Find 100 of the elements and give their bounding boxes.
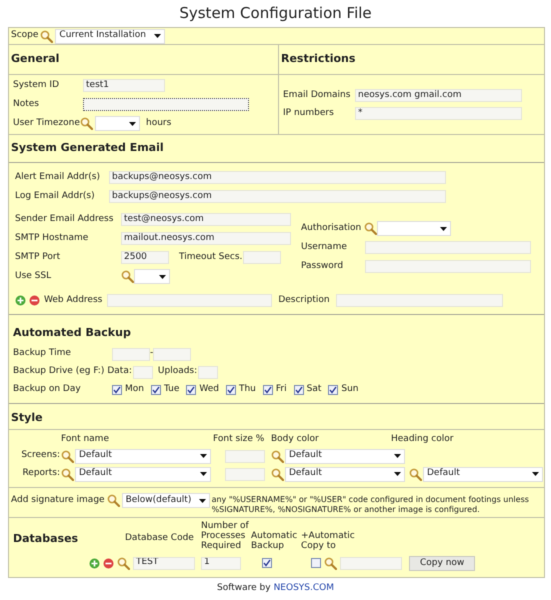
- field-label: Use SSL: [15, 270, 52, 283]
- text-field[interactable]: backups@neosys.com: [109, 171, 446, 184]
- checkbox[interactable]: [311, 558, 321, 568]
- checkbox[interactable]: [150, 385, 161, 395]
- caret-icon: [532, 472, 539, 476]
- section-heading: Automated Backup: [13, 324, 131, 341]
- text-field[interactable]: TEST: [133, 556, 195, 570]
- caret-icon: [440, 226, 447, 230]
- column-header: Automatic Backup: [251, 531, 298, 551]
- field-label: Description: [278, 294, 330, 307]
- day-label: Sun: [341, 383, 359, 396]
- dropdown[interactable]: Default: [75, 448, 211, 464]
- row-label: Screens:: [20, 449, 61, 462]
- field-label: Password: [301, 260, 344, 273]
- checkbox[interactable]: [186, 385, 196, 395]
- checkbox[interactable]: [112, 385, 122, 395]
- field-label: Backup Drive (eg F:): [13, 365, 104, 378]
- dropdown[interactable]: Below(default): [122, 493, 210, 508]
- field-label: SMTP Port: [15, 250, 62, 264]
- caret-icon: [394, 472, 401, 476]
- section-heading: Databases: [13, 531, 80, 547]
- page-title: System Configuration File: [179, 3, 372, 24]
- field-label: Web Address: [44, 294, 102, 307]
- text-field[interactable]: 1: [201, 556, 241, 570]
- check-icon: [113, 386, 121, 394]
- field-label: Alert Email Addr(s): [15, 170, 101, 184]
- text-field[interactable]: test@neosys.com: [121, 213, 291, 226]
- magnifier-icon[interactable]: [324, 556, 337, 570]
- copy-now-button[interactable]: Copy now: [409, 556, 476, 570]
- magnifier-icon[interactable]: [61, 468, 74, 480]
- field-label: System ID: [13, 78, 60, 92]
- field-label: Backup Time: [13, 347, 72, 360]
- column-header: Database Code: [125, 533, 195, 545]
- field-label: Sender Email Address: [15, 212, 114, 226]
- section-heading: General: [11, 51, 60, 68]
- field-label: Email Domains: [283, 88, 352, 102]
- magnifier-icon[interactable]: [117, 556, 130, 570]
- caret-icon: [200, 454, 207, 458]
- magnifier-icon[interactable]: [121, 270, 134, 283]
- magnifier-icon[interactable]: [40, 30, 54, 42]
- field-label: Backup on Day: [13, 383, 82, 396]
- checkbox[interactable]: [262, 558, 272, 568]
- text-field[interactable]: [83, 98, 249, 111]
- magnifier-icon[interactable]: [61, 450, 74, 462]
- field-label: User Timezone: [13, 116, 81, 130]
- text-field[interactable]: *: [355, 107, 522, 120]
- remove-icon[interactable]: [103, 558, 114, 568]
- remove-icon[interactable]: [29, 295, 40, 306]
- footer-link[interactable]: NEOSYS.COM: [274, 582, 334, 596]
- field-label: IP numbers: [283, 106, 335, 120]
- caret-icon: [200, 472, 207, 476]
- checkbox[interactable]: [294, 385, 304, 395]
- checkbox[interactable]: [262, 385, 273, 395]
- column-header: Body color: [271, 433, 320, 446]
- text-field[interactable]: mailout.neosys.com: [121, 232, 291, 245]
- field-label: Log Email Addr(s): [15, 190, 96, 203]
- field-label: Add signature image: [11, 494, 105, 507]
- add-icon[interactable]: [15, 295, 26, 306]
- day-label: Fri: [276, 383, 287, 396]
- dropdown[interactable]: Default: [75, 466, 211, 482]
- check-icon: [152, 386, 160, 394]
- magnifier-icon[interactable]: [409, 468, 422, 480]
- day-label: Thu: [238, 383, 256, 396]
- magnifier-icon[interactable]: [106, 494, 120, 507]
- caret-icon: [198, 498, 206, 502]
- field-label: Uploads:: [158, 365, 198, 378]
- column-header: Font size %: [212, 433, 266, 446]
- field-label: Timeout Secs.: [179, 250, 242, 264]
- magnifier-icon[interactable]: [80, 117, 93, 130]
- field-label: SMTP Hostname: [15, 232, 90, 245]
- column-header: +Automatic Copy to: [301, 531, 356, 551]
- footer-text: Software by: [217, 582, 271, 595]
- field-label: Notes: [13, 98, 40, 111]
- day-label: Tue: [164, 383, 180, 396]
- section-heading: Restrictions: [281, 51, 356, 68]
- separator-label: -: [150, 347, 154, 360]
- dropdown[interactable]: Default: [423, 466, 543, 482]
- text-field[interactable]: 2500: [121, 251, 169, 264]
- dropdown[interactable]: Current Installation: [55, 28, 166, 44]
- signature-note: any "%USERNAME%" or "%USER" code configured in document footings unless %SIGNATURE%, %NOSIGNATURE% or another image is configured.: [212, 494, 530, 515]
- day-label: Mon: [125, 383, 144, 396]
- text-field[interactable]: test1: [83, 79, 165, 92]
- caret-icon: [159, 274, 166, 278]
- text-field[interactable]: neosys.com gmail.com: [355, 89, 522, 102]
- column-header: Number of Processes Required: [201, 521, 250, 551]
- checkbox[interactable]: [226, 385, 236, 395]
- day-label: Sat: [306, 383, 322, 396]
- caret-icon: [154, 34, 162, 38]
- dropdown[interactable]: Default: [285, 448, 405, 464]
- check-icon: [263, 559, 271, 567]
- checkbox[interactable]: [328, 385, 338, 395]
- row-label: Reports:: [21, 467, 61, 480]
- magnifier-icon[interactable]: [271, 450, 284, 462]
- add-icon[interactable]: [89, 558, 100, 568]
- magnifier-icon[interactable]: [364, 222, 377, 235]
- column-header: Font name: [61, 433, 110, 446]
- text-field[interactable]: backups@neosys.com: [109, 190, 446, 203]
- dropdown[interactable]: [134, 269, 170, 284]
- dropdown[interactable]: Default: [285, 466, 405, 482]
- magnifier-icon[interactable]: [271, 468, 284, 480]
